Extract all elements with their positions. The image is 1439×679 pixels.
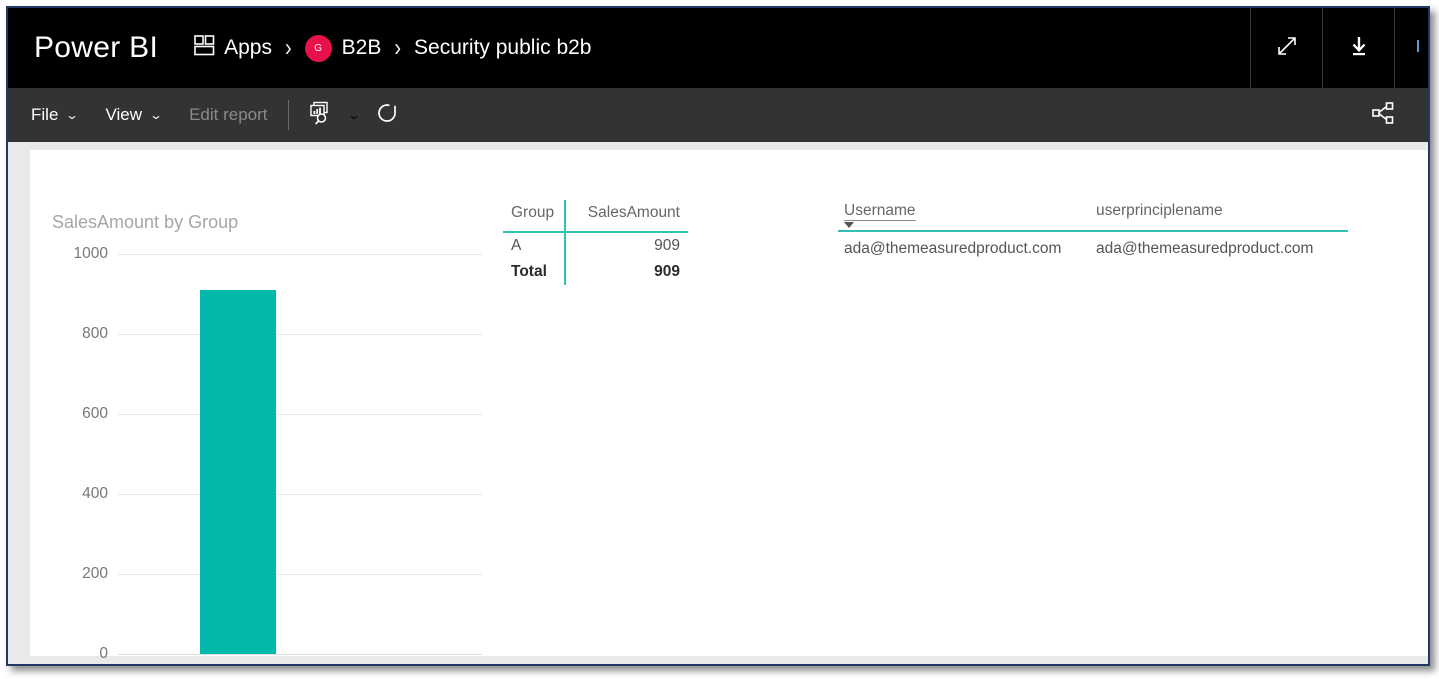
chevron-down-icon: ⌄ xyxy=(346,108,361,122)
chart-y-tick-label: 800 xyxy=(82,325,108,342)
menu-edit-report: Edit report xyxy=(175,88,281,142)
breadcrumb-workspace-label: B2B xyxy=(341,36,382,59)
breadcrumb-report-label[interactable]: Security public b2b xyxy=(414,36,591,60)
browser-frame: Power BI Apps › G B2B › Security public … xyxy=(6,6,1430,666)
breadcrumb: Apps › G B2B › Security public b2b xyxy=(194,33,591,62)
breadcrumb-apps-label: Apps xyxy=(224,36,272,59)
user-table-cell-username: ada@themeasuredproduct.com xyxy=(844,240,1062,257)
toolbar-divider xyxy=(287,100,289,130)
user-table: Username userprinciplename ada@themeasur xyxy=(838,200,1348,262)
download-icon xyxy=(1345,32,1373,65)
matrix-header-group[interactable]: Group xyxy=(503,200,566,233)
matrix-total-label: Total xyxy=(503,259,566,285)
menu-view-label: View xyxy=(105,105,143,124)
user-table-visual[interactable]: Username userprinciplename ada@themeasur xyxy=(838,200,1348,262)
user-table-header-userprinciplename[interactable]: userprinciplename xyxy=(1090,200,1348,232)
breadcrumb-separator-1: › xyxy=(285,33,292,62)
chart-gridline xyxy=(118,414,482,415)
bar-chart-visual[interactable]: SalesAmount by Group 10008006004002000A xyxy=(52,212,482,664)
user-table-header-row: Username userprinciplename xyxy=(838,200,1348,232)
menu-view[interactable]: View ⌄ xyxy=(91,88,175,142)
matrix-table: Group SalesAmount A 909 Total 909 xyxy=(503,200,688,285)
fullscreen-button[interactable] xyxy=(1250,8,1322,88)
chevron-down-icon: ⌄ xyxy=(65,108,80,122)
breadcrumb-item-apps[interactable]: Apps xyxy=(194,35,272,61)
chart-gridline xyxy=(118,254,482,255)
matrix-total-row: Total 909 xyxy=(503,259,688,285)
chart-gridline xyxy=(118,574,482,575)
matrix-cell-amount: 909 xyxy=(654,237,680,254)
workspace-badge: G xyxy=(304,34,332,62)
fullscreen-icon xyxy=(1273,32,1301,65)
chart-gridline xyxy=(118,654,482,655)
share-button[interactable] xyxy=(1362,88,1404,142)
report-canvas: SalesAmount by Group 1000 800 600 400 200 0 A … xyxy=(8,142,1428,664)
explore-icon xyxy=(307,100,333,131)
report-toolbar: File ⌄ View ⌄ Edit report ⌄ xyxy=(8,88,1428,142)
apps-grid-icon xyxy=(194,35,215,61)
explore-button[interactable] xyxy=(299,88,341,142)
app-header: Power BI Apps › G B2B › Security public … xyxy=(8,8,1428,88)
chart-gridline xyxy=(118,494,482,495)
chart-y-tick-label: 1000 xyxy=(73,245,108,262)
menu-file[interactable]: File ⌄ xyxy=(17,88,91,142)
chart-y-tick-label: 400 xyxy=(82,485,108,502)
more-actions-icon xyxy=(1398,32,1426,65)
user-table-header-username-label: Username xyxy=(844,202,916,221)
breadcrumb-separator-2: › xyxy=(394,33,402,62)
refresh-button[interactable] xyxy=(367,88,407,142)
download-button[interactable] xyxy=(1322,8,1394,88)
user-table-header-upn-label: userprinciplename xyxy=(1096,202,1223,219)
menu-edit-report-label: Edit report xyxy=(189,105,268,124)
user-table-header-username[interactable]: Username xyxy=(838,200,1090,232)
matrix-cell-group: A xyxy=(503,232,566,259)
screenshot-root: Power BI Apps › G B2B › Security public … xyxy=(0,0,1439,679)
matrix-total-amount: 909 xyxy=(654,263,680,280)
matrix-header-row: Group SalesAmount xyxy=(503,200,688,233)
table-row[interactable]: ada@themeasuredproduct.com ada@themeasur… xyxy=(838,231,1348,262)
chart-y-tick-label: 200 xyxy=(82,565,108,582)
chart-gridline xyxy=(118,334,482,335)
menu-file-label: File xyxy=(31,105,59,124)
chart-y-tick-label: 600 xyxy=(82,405,108,422)
matrix-visual[interactable]: Group SalesAmount A 909 Total 909 xyxy=(503,200,688,285)
chart-bar[interactable] xyxy=(200,290,277,654)
chevron-down-icon: ⌄ xyxy=(149,108,163,122)
chart-plot-area: 10008006004002000A xyxy=(52,245,482,662)
chart-y-tick-label: 0 xyxy=(99,645,108,662)
more-actions-button[interactable] xyxy=(1394,8,1428,88)
share-icon xyxy=(1370,100,1396,131)
breadcrumb-item-workspace[interactable]: G B2B xyxy=(304,34,382,62)
user-table-cell-upn: ada@themeasuredproduct.com xyxy=(1096,240,1314,257)
header-actions xyxy=(1250,8,1428,88)
report-page[interactable]: SalesAmount by Group 1000 800 600 400 200 0 A … xyxy=(30,150,1428,662)
table-row[interactable]: A 909 xyxy=(503,232,688,259)
explore-dropdown-button[interactable]: ⌄ xyxy=(341,88,367,142)
sort-descending-icon xyxy=(844,222,854,228)
chart-title: SalesAmount by Group xyxy=(52,212,239,232)
matrix-header-salesamount[interactable]: SalesAmount xyxy=(565,200,688,233)
refresh-icon xyxy=(375,101,399,130)
powerbi-logo[interactable]: Power BI xyxy=(34,31,158,65)
